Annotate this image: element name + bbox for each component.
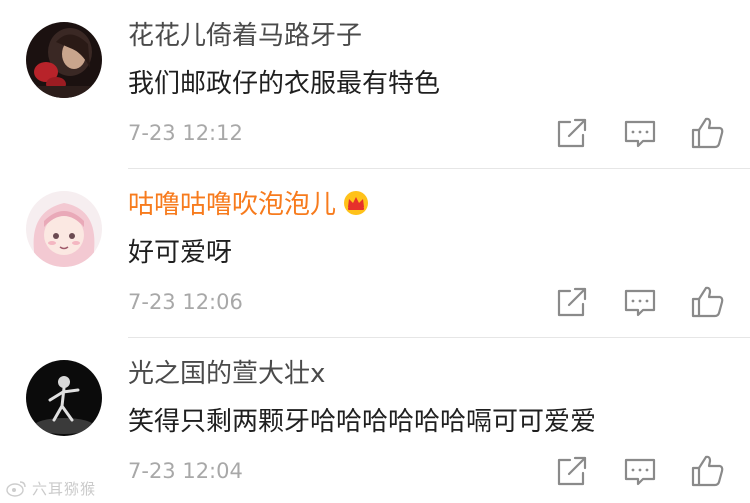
share-icon[interactable] bbox=[553, 114, 591, 152]
like-icon[interactable] bbox=[689, 452, 727, 490]
username[interactable]: 咕噜咕噜吹泡泡儿 bbox=[128, 187, 370, 226]
comment-text: 我们邮政仔的衣服最有特色 bbox=[128, 69, 441, 99]
comment-actions bbox=[0, 283, 750, 323]
comment-item: 咕噜咕噜吹泡泡儿 好可爱呀 7-23 12:06 bbox=[0, 169, 750, 338]
user-avatar[interactable] bbox=[26, 360, 102, 436]
comment-item: 光之国的萱大壮x 笑得只剩两颗牙哈哈哈哈哈哈嗝可可爱爱 7-23 12:04 bbox=[0, 338, 750, 503]
comment-icon[interactable] bbox=[621, 452, 659, 490]
weibo-logo-icon bbox=[6, 481, 26, 497]
comment-text: 好可爱呀 bbox=[128, 238, 233, 268]
crown-icon bbox=[342, 190, 370, 226]
like-icon[interactable] bbox=[689, 114, 727, 152]
comment-icon[interactable] bbox=[621, 114, 659, 152]
watermark: 六耳猕猴 bbox=[6, 476, 96, 500]
comment-text: 笑得只剩两颗牙哈哈哈哈哈哈嗝可可爱爱 bbox=[128, 407, 597, 437]
share-icon[interactable] bbox=[553, 452, 591, 490]
username[interactable]: 光之国的萱大壮x bbox=[128, 356, 325, 392]
share-icon[interactable] bbox=[553, 283, 591, 321]
watermark-text: 六耳猕猴 bbox=[32, 479, 97, 498]
comment-item: 花花儿倚着马路牙子 我们邮政仔的衣服最有特色 7-23 12:12 bbox=[0, 0, 750, 169]
user-avatar[interactable] bbox=[26, 191, 102, 267]
like-icon[interactable] bbox=[689, 283, 727, 321]
user-avatar[interactable] bbox=[26, 22, 102, 98]
comment-icon[interactable] bbox=[621, 283, 659, 321]
username[interactable]: 花花儿倚着马路牙子 bbox=[128, 18, 362, 54]
comment-actions bbox=[0, 452, 750, 492]
username-text: 咕噜咕噜吹泡泡儿 bbox=[128, 190, 337, 220]
comment-actions bbox=[0, 114, 750, 154]
